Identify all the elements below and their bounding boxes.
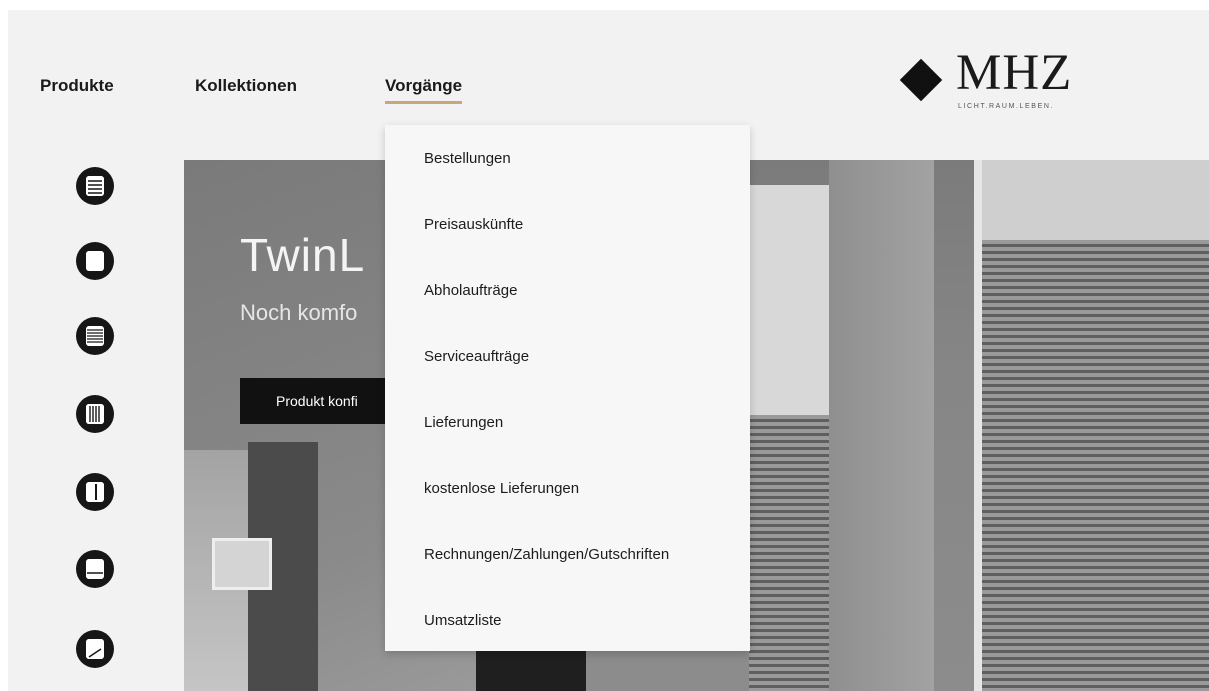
curtain-panel-glyph [86,482,104,502]
menu-item-kostenlose-lieferungen[interactable]: kostenlose Lieferungen [424,480,579,497]
vertical-blind-glyph [86,404,104,424]
awning-glyph [86,639,104,659]
menu-item-abholauftraege[interactable]: Abholaufträge [424,282,517,299]
hero-pillar [829,160,934,691]
hero-blinds-right [982,240,1209,691]
hero-blinds-left [749,415,829,691]
vorgaenge-dropdown-menu: Bestellungen Preisauskünfte Abholaufträg… [385,125,750,651]
menu-item-umsatzliste[interactable]: Umsatzliste [424,612,502,629]
curtain-panel-icon[interactable] [76,473,114,511]
roman-blind-glyph [86,559,104,579]
menu-item-lieferungen[interactable]: Lieferungen [424,414,503,431]
mhz-logo[interactable]: MHZ LICHT.RAUM.LEBEN. [898,48,1098,116]
vertical-blind-icon[interactable] [76,395,114,433]
menu-item-rechnungen[interactable]: Rechnungen/Zahlungen/Gutschriften [424,546,669,563]
hero-window-right [974,160,1209,691]
menu-item-preisauskuenfte[interactable]: Preisauskünfte [424,216,523,233]
awning-icon[interactable] [76,630,114,668]
left-edge [0,0,8,691]
hero-subtitle: Noch komfo [240,300,358,325]
nav-produkte[interactable]: Produkte [40,76,114,96]
nav-kollektionen[interactable]: Kollektionen [195,76,297,96]
logo-tagline: LICHT.RAUM.LEBEN. [958,103,1055,110]
pleated-blind-icon[interactable] [76,167,114,205]
diamond-logo-icon [899,58,943,102]
roller-blind-icon[interactable] [76,242,114,280]
roller-blind-glyph [86,251,104,271]
hero-wall-picture [212,538,272,590]
roman-blind-icon[interactable] [76,550,114,588]
menu-item-serviceauftraege[interactable]: Serviceaufträge [424,348,529,365]
hero-window-left [749,185,829,691]
nav-vorgaenge[interactable]: Vorgänge [385,76,463,104]
hero-title: TwinL [240,229,366,281]
menu-item-bestellungen[interactable]: Bestellungen [424,150,511,167]
logo-wordmark: MHZ [956,45,1073,101]
pleated-blind-glyph [86,176,104,196]
venetian-blind-icon[interactable] [76,317,114,355]
top-edge [0,0,1209,10]
venetian-blind-glyph [86,326,104,346]
